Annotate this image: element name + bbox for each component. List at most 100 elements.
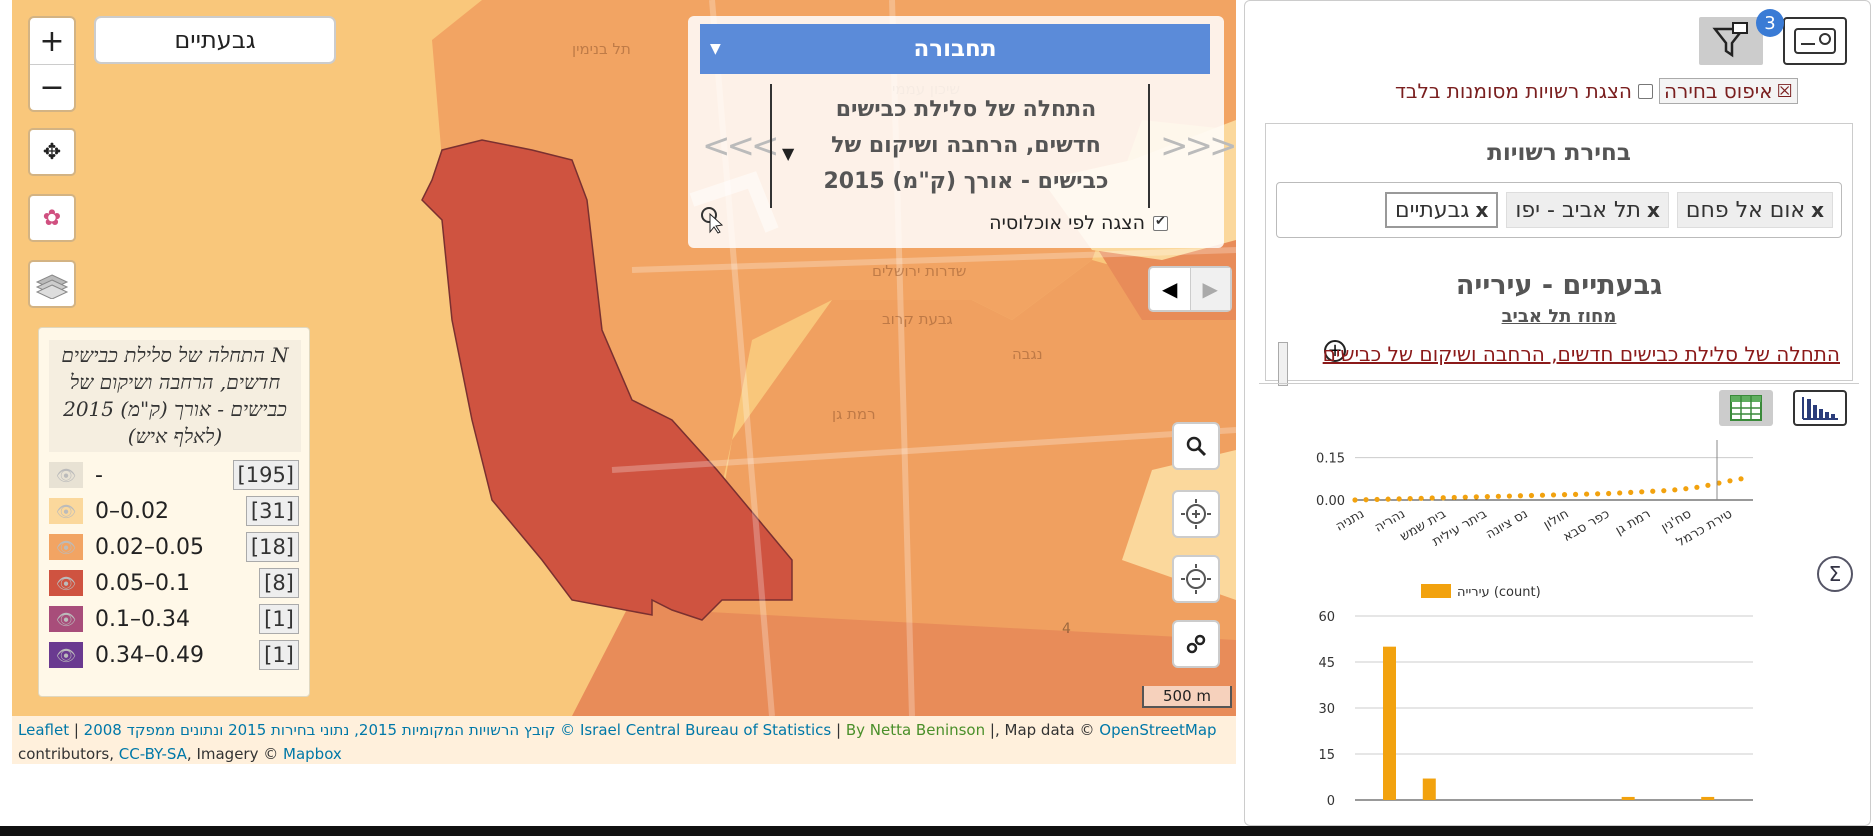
- reset-icon: ☒: [1776, 80, 1793, 102]
- share-button[interactable]: [1172, 620, 1220, 668]
- legend-row[interactable]: 👁 0.34–0.49 [1]: [49, 638, 299, 672]
- population-toggle[interactable]: הצגה לפי אוכלוסיה: [868, 212, 1168, 234]
- layers-button[interactable]: [28, 260, 76, 308]
- selection-controls: ☒ איפוס בחירה הצגת רשויות מסומנות בלבד: [1395, 75, 1857, 107]
- scatter-point: [1650, 488, 1656, 494]
- legend-swatch[interactable]: 👁: [49, 462, 83, 488]
- id-card-icon: [1794, 28, 1836, 54]
- chip-remove[interactable]: x: [1811, 198, 1824, 222]
- eye-icon: 👁: [55, 537, 77, 557]
- chip-remove[interactable]: x: [1647, 198, 1660, 222]
- legend-count: [195]: [232, 460, 299, 490]
- y-tick-label: 30: [1318, 702, 1335, 717]
- cursor-icon: [700, 206, 724, 238]
- scatter-point: [1584, 491, 1590, 497]
- scatter-point: [1683, 486, 1689, 492]
- mapbox-link[interactable]: Mapbox: [283, 745, 342, 763]
- legend-row[interactable]: 👁 0–0.02 [31]: [49, 494, 299, 528]
- mapdata-text: |, Map data ©: [989, 721, 1095, 739]
- scatter-point: [1628, 489, 1634, 495]
- chip-tel-aviv[interactable]: x תל אביב - יפו: [1506, 192, 1669, 228]
- indicator-panel: ▼ תחבורה <<< ▼ התחלה של סלילת כבישים חדש…: [688, 16, 1236, 248]
- scatter-point: [1473, 494, 1479, 500]
- legend-swatch[interactable]: 👁: [49, 606, 83, 632]
- map-road-number: 4: [1062, 621, 1071, 637]
- legend-row[interactable]: 👁 - [195]: [49, 458, 299, 492]
- scatter-point: [1639, 489, 1645, 495]
- pan-button[interactable]: ✥: [28, 128, 76, 176]
- y-tick-label: 0.15: [1316, 452, 1345, 467]
- legend-row[interactable]: 👁 0.02–0.05 [18]: [49, 530, 299, 564]
- cbs-link[interactable]: © Israel Central Bureau of Statistics: [560, 721, 831, 739]
- flower-button[interactable]: ✿: [28, 194, 76, 242]
- scatter-point: [1617, 490, 1623, 496]
- legend-title: N התחלה של סלילת כבישים חדשים, הרחבה ושי…: [49, 340, 301, 452]
- filter-button[interactable]: [1699, 17, 1763, 65]
- scatter-chart: 0.150.00נתניה נהריהבית שמשביתר עיליתנס צי…: [1316, 440, 1753, 550]
- scatter-point: [1407, 495, 1413, 502]
- info-card-button[interactable]: [1783, 17, 1847, 65]
- zoom-to-button[interactable]: [1172, 490, 1220, 538]
- legend-row[interactable]: 👁 0.1–0.34 [1]: [49, 602, 299, 636]
- play-back-button[interactable]: ◀: [1150, 268, 1191, 310]
- population-checkbox[interactable]: [1153, 214, 1168, 231]
- y-tick-label: 0: [1327, 794, 1335, 809]
- legend-swatch[interactable]: 👁: [49, 570, 83, 596]
- chip-remove[interactable]: x: [1475, 198, 1488, 222]
- district-link[interactable]: מחוז תל אביב: [1266, 306, 1852, 327]
- zoom-control: + −: [28, 16, 76, 112]
- legend-count: [8]: [259, 568, 299, 598]
- chip-label: גבעתיים: [1394, 197, 1470, 223]
- y-tick-label: 45: [1318, 656, 1335, 671]
- scatter-point: [1506, 493, 1512, 499]
- legend-label: 0.05–0.1: [95, 570, 190, 596]
- scatter-point: [1661, 488, 1667, 494]
- scatter-point: [1539, 492, 1546, 498]
- x-tick-label: כפר סבא: [1561, 506, 1613, 545]
- indicator-link[interactable]: התחלה של סלילת כבישים חדשים, הרחבה ושיקו…: [1323, 342, 1840, 366]
- zoom-out-button[interactable]: −: [30, 64, 74, 110]
- scatter-point: [1550, 492, 1557, 498]
- population-label: הצגה לפי אוכלוסיה: [989, 212, 1145, 234]
- search-button[interactable]: [1172, 422, 1220, 470]
- legend-swatch[interactable]: 👁: [49, 498, 83, 524]
- leaflet-link[interactable]: Leaflet: [18, 721, 69, 739]
- sun-minus-icon: [1181, 564, 1211, 594]
- map[interactable]: 4 תל בנימין שיכון עממי גבעת קרוב רמת גן …: [12, 0, 1236, 716]
- legend-swatch[interactable]: 👁: [49, 642, 83, 668]
- legend-swatch[interactable]: 👁: [49, 534, 83, 560]
- caret-down-icon: ▼: [782, 144, 795, 163]
- bar-chart: 60 45 30 15 0 עירייה (count): [1318, 584, 1753, 809]
- legend-label: -: [95, 462, 103, 488]
- zoom-in-button[interactable]: +: [30, 18, 74, 64]
- scrollbar[interactable]: [1278, 342, 1288, 386]
- author-link[interactable]: By Netta Beninson: [846, 721, 985, 739]
- layers-icon: [35, 274, 69, 299]
- scatter-point: [1495, 493, 1501, 499]
- license-link[interactable]: CC-BY-SA: [119, 745, 187, 763]
- play-forward-button[interactable]: ▶: [1190, 268, 1230, 310]
- caret-down-icon: ▼: [710, 41, 721, 57]
- place-search-box[interactable]: גבעתיים: [94, 16, 336, 64]
- legend-label: 0.34–0.49: [95, 642, 204, 668]
- scatter-point: [1440, 495, 1446, 501]
- osm-link[interactable]: OpenStreetMap: [1099, 721, 1216, 739]
- show-marked-checkbox[interactable]: [1637, 83, 1653, 99]
- sources-link[interactable]: 2008 קובץ הרשויות המקומיות 2015, נתוני ב…: [84, 721, 556, 739]
- chip-label: תל אביב - יפו: [1515, 197, 1641, 223]
- scatter-point: [1363, 497, 1369, 503]
- chip-givatayim[interactable]: x גבעתיים: [1384, 192, 1499, 228]
- bar: [1383, 646, 1396, 800]
- scatter-point: [1385, 496, 1391, 502]
- reset-selection-button[interactable]: ☒ איפוס בחירה: [1658, 78, 1798, 104]
- category-select[interactable]: ▼ תחבורה: [700, 24, 1210, 74]
- chip-um-al-fahm[interactable]: x אום אל פחם: [1676, 192, 1833, 228]
- imagery-text: , Imagery ©: [186, 745, 279, 763]
- indicator-select[interactable]: ▼ התחלה של סלילת כבישים חדשים, הרחבה ושי…: [770, 84, 1150, 208]
- scatter-point: [1694, 484, 1700, 490]
- zoom-out-extent-button[interactable]: [1172, 555, 1220, 603]
- prev-indicator-button[interactable]: <<<: [702, 126, 779, 166]
- next-indicator-button[interactable]: >>>: [1160, 126, 1236, 166]
- legend-row[interactable]: 👁 0.05–0.1 [8]: [49, 566, 299, 600]
- map-scale: 500 m: [1142, 686, 1232, 708]
